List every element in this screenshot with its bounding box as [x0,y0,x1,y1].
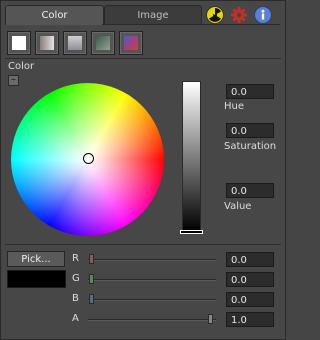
saturation-field[interactable]: 0.0 [226,123,274,138]
radiation-icon[interactable] [206,6,224,24]
channel-a-slider-track[interactable] [88,319,216,321]
mode-white-swatch-button[interactable] [7,31,31,55]
mode-colorful-swatch-button[interactable] [119,31,143,55]
mode-gradient-swatch-button[interactable] [35,31,59,55]
mode-gray-swatch-button[interactable] [63,31,87,55]
value-bar-handle[interactable] [180,230,203,234]
channel-r-slider-handle[interactable] [89,254,94,264]
channel-a-slider-handle[interactable] [208,314,213,324]
hue-label: Hue [224,101,245,112]
channel-g-label: G [72,273,80,284]
channel-r-slider-track[interactable] [88,259,216,261]
hue-field[interactable]: 0.0 [226,84,274,99]
section-color-label: Color [8,61,35,72]
mode-green-swatch-button[interactable] [91,31,115,55]
channel-a-field[interactable]: 1.0 [226,312,274,327]
tab-color[interactable]: Color [5,5,104,25]
tab-image[interactable]: Image [104,5,202,25]
tab-divider [102,24,280,25]
channel-a-label: A [72,313,79,324]
channel-r-label: R [72,253,79,264]
divider [5,58,281,59]
current-color-swatch [7,270,66,288]
collapse-button[interactable]: – [8,75,19,86]
channel-b-slider-handle[interactable] [89,294,94,304]
channel-b-slider-track[interactable] [88,299,216,301]
info-icon[interactable] [254,6,272,24]
gear-icon[interactable] [230,6,248,24]
channel-g-slider-track[interactable] [88,279,216,281]
channel-b-field[interactable]: 0.0 [226,292,274,307]
saturation-label: Saturation [224,141,277,152]
channel-g-field[interactable]: 0.0 [226,272,274,287]
value-gradient-bar[interactable] [182,81,201,232]
channel-g-slider-handle[interactable] [89,274,94,284]
pick-button[interactable]: Pick... [7,251,65,267]
value-label: Value [224,201,252,212]
channel-b-label: B [72,293,79,304]
channel-r-field[interactable]: 0.0 [226,252,274,267]
wheel-picker-marker[interactable] [83,153,94,164]
value-field[interactable]: 0.0 [226,183,274,198]
divider [5,244,281,245]
